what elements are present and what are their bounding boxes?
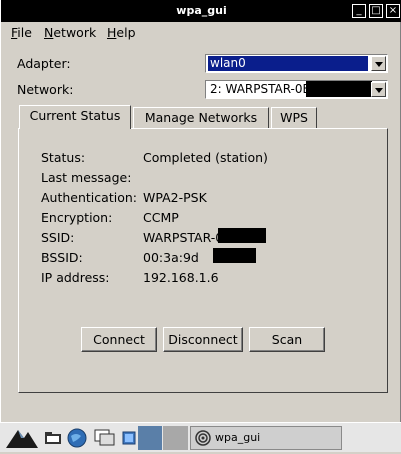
adapter-label: Adapter:: [17, 56, 71, 71]
menu-file[interactable]: File: [11, 25, 32, 40]
redaction-bar: [218, 228, 266, 243]
tab-manage-networks-label: Manage Networks: [144, 110, 258, 125]
close-icon[interactable]: ×: [386, 4, 400, 18]
workspace-switcher[interactable]: [138, 426, 188, 453]
scan-button[interactable]: Scan: [249, 327, 325, 352]
adapter-value: wlan0: [208, 56, 368, 71]
maximize-icon[interactable]: □: [369, 4, 383, 18]
menu-help[interactable]: Help: [107, 25, 136, 40]
network-combobox[interactable]: 2: WARPSTAR-0E: [205, 80, 388, 99]
bssid-value: 00:3a:9d: [143, 250, 199, 265]
encryption-value: CCMP: [143, 210, 179, 225]
wifi-icon: [195, 430, 211, 454]
chevron-down-icon[interactable]: [371, 82, 386, 97]
start-menu-icon[interactable]: [4, 426, 40, 453]
authentication-label: Authentication:: [41, 190, 137, 205]
bssid-label: BSSID:: [41, 250, 83, 265]
tab-wps-label: WPS: [280, 110, 308, 125]
status-label: Status:: [41, 150, 86, 165]
adapter-combobox[interactable]: wlan0: [205, 54, 388, 73]
connect-button[interactable]: Connect: [81, 327, 157, 352]
last-message-label: Last message:: [41, 170, 132, 185]
encryption-label: Encryption:: [41, 210, 113, 225]
title-bar[interactable]: wpa_gui _ □ ×: [1, 0, 401, 22]
status-value: Completed (station): [143, 150, 268, 165]
taskbar: wpa_gui: [0, 422, 401, 452]
ssid-value: WARPSTAR-0: [143, 230, 224, 245]
redaction-bar: [306, 81, 372, 97]
chevron-down-icon[interactable]: [371, 56, 386, 71]
window-title: wpa_gui: [176, 4, 227, 17]
tab-wps[interactable]: WPS: [271, 107, 317, 128]
authentication-value: WPA2-PSK: [143, 190, 207, 205]
minimize-icon[interactable]: _: [352, 4, 366, 18]
taskbar-task-label: wpa_gui: [215, 431, 261, 444]
network-label: Network:: [17, 82, 74, 97]
redaction-bar: [213, 248, 256, 263]
menu-help-mnemonic: H: [107, 25, 117, 40]
menu-network-label: etwork: [53, 25, 97, 40]
disconnect-button[interactable]: Disconnect: [163, 327, 243, 352]
menu-file-label: ile: [17, 25, 32, 40]
tab-current-status[interactable]: Current Status: [19, 105, 131, 129]
file-manager-icon[interactable]: [44, 430, 62, 449]
menu-bar: File Network Help: [1, 22, 401, 42]
tab-manage-networks[interactable]: Manage Networks: [133, 107, 269, 128]
windows-icon[interactable]: [94, 429, 116, 450]
wpa-gui-window: wpa_gui _ □ × File Network Help Adapter:…: [0, 0, 401, 422]
web-browser-icon[interactable]: [67, 428, 87, 451]
ip-address-value: 192.168.1.6: [143, 270, 219, 285]
taskbar-task-wpa-gui[interactable]: wpa_gui: [190, 426, 342, 450]
menu-network-mnemonic: N: [44, 25, 54, 40]
desktop-icon[interactable]: [122, 431, 136, 448]
menu-help-label: elp: [116, 25, 136, 40]
ip-address-label: IP address:: [41, 270, 110, 285]
tab-current-status-label: Current Status: [29, 108, 121, 123]
ssid-label: SSID:: [41, 230, 75, 245]
menu-network[interactable]: Network: [44, 25, 96, 40]
